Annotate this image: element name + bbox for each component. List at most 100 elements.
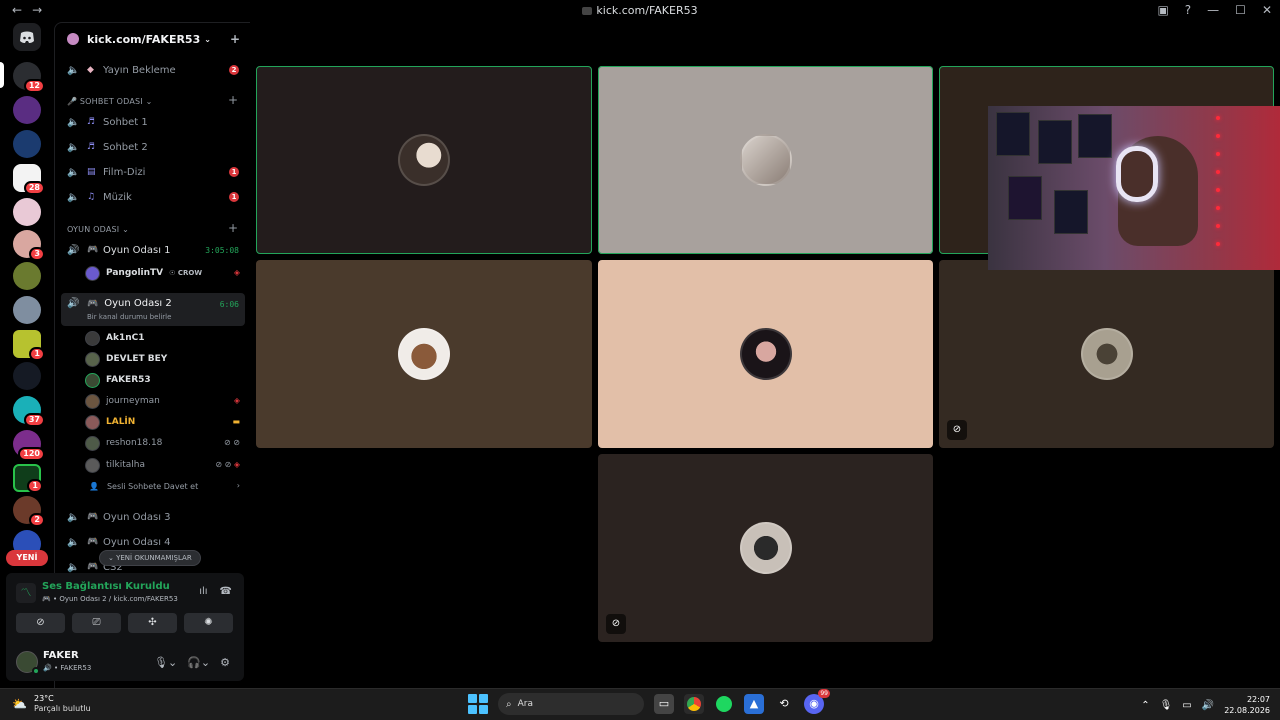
voice-member[interactable]: PangolinTV ☉ CROW xyxy=(85,264,202,282)
add-channel-icon[interactable]: + xyxy=(228,221,238,235)
led-light xyxy=(1216,152,1220,156)
participant-tile[interactable]: ⊘ xyxy=(598,454,933,642)
music-note-icon: ♬ xyxy=(87,142,96,152)
channel-sohbet-1[interactable]: 🔈 ♬ Sohbet 1 xyxy=(61,111,245,133)
close-button[interactable]: ✕ xyxy=(1262,3,1272,17)
channel-count-badge: 2 xyxy=(229,65,239,75)
voice-member[interactable]: tilkitalha xyxy=(85,456,145,474)
screen-share-button[interactable]: ⎚ xyxy=(72,613,121,633)
server-badge: 1 xyxy=(27,479,43,493)
disconnect-icon[interactable]: ☎ xyxy=(220,586,232,597)
server-icon[interactable] xyxy=(13,296,41,324)
add-user-icon[interactable]: + xyxy=(230,32,240,46)
server-icon-k[interactable]: 28 xyxy=(13,164,45,195)
participant-tile[interactable]: ⊘ xyxy=(939,260,1274,448)
category-sohbet[interactable]: 🎤 SOHBET ODASI ⌄ xyxy=(67,97,153,106)
windows-start-icon[interactable] xyxy=(468,694,488,714)
speaker-icon: 🔈 xyxy=(67,116,80,128)
voice-member[interactable]: reshon18.18 xyxy=(85,434,162,452)
server-icon[interactable] xyxy=(13,198,41,226)
chrome-icon[interactable] xyxy=(684,694,704,714)
noise-suppression-icon[interactable]: ılı xyxy=(199,586,207,597)
discord-home-icon[interactable] xyxy=(13,23,41,51)
gear-icon[interactable]: ⚙ xyxy=(220,656,230,669)
member-name: journeyman xyxy=(106,396,160,406)
voice-member[interactable]: FAKER53 xyxy=(85,371,151,389)
server-icon[interactable]: 37 xyxy=(13,396,45,427)
participant-tile[interactable] xyxy=(598,260,933,448)
gamepad-icon: 🎮 xyxy=(87,245,99,255)
user-status: 🔊 • FAKER53 xyxy=(43,664,92,672)
channel-sohbet-2[interactable]: 🔈 ♬ Sohbet 2 xyxy=(61,136,245,158)
avatar xyxy=(398,134,450,186)
led-light xyxy=(1216,242,1220,246)
weather-desc: Parçalı bulutlu xyxy=(34,704,91,713)
server-icon[interactable]: 2 xyxy=(13,496,45,527)
clock[interactable]: 22:07 22.08.2026 xyxy=(1224,694,1270,716)
server-icon[interactable]: 120 xyxy=(13,430,45,461)
new-unreads-pill[interactable]: ⌄ YENİ OKUNMAMIŞLAR xyxy=(99,550,201,566)
muted-icon: ⊘ ⊘ ◈ xyxy=(215,460,240,469)
server-icon[interactable]: 1 xyxy=(13,464,43,493)
task-view-icon[interactable]: ▭ xyxy=(654,694,674,714)
channel-status-text[interactable]: Bir kanal durumu belirle xyxy=(87,313,171,321)
new-servers-pill[interactable]: YENİ xyxy=(6,550,48,566)
microphone-icon[interactable]: 🎙 xyxy=(1160,700,1173,711)
participant-tile[interactable] xyxy=(256,260,592,448)
server-icon[interactable] xyxy=(13,362,41,390)
server-icon[interactable]: 1 xyxy=(13,330,45,361)
signal-icon[interactable]: 〽 xyxy=(16,583,36,603)
display-icon[interactable]: ▭ xyxy=(1182,700,1191,711)
voice-member[interactable]: DEVLET BEY xyxy=(85,350,167,368)
server-icon-kick[interactable]: 12 xyxy=(13,62,45,93)
avatar xyxy=(85,435,100,451)
weather-widget[interactable]: ⛅ 23°C Parçalı bulutlu xyxy=(12,694,91,714)
guild-header[interactable]: kick.com/FAKER53 ⌄ + xyxy=(55,23,250,55)
participant-tile[interactable] xyxy=(256,66,592,254)
channel-film-dizi[interactable]: 🔈 ▤ Film-Dizi 1 xyxy=(61,161,245,183)
voice-member[interactable]: journeyman xyxy=(85,392,160,410)
soundboard-button[interactable]: ✺ xyxy=(184,613,233,633)
invite-to-voice[interactable]: 👤 Sesli Sohbete Davet et xyxy=(85,477,198,495)
voice-member[interactable]: Ak1nC1 xyxy=(85,329,145,347)
channel-label: Oyun Odası 4 xyxy=(103,536,171,548)
search-label: Ara xyxy=(517,699,533,709)
category-oyun[interactable]: OYUN ODASI ⌄ xyxy=(67,225,129,234)
server-icon[interactable] xyxy=(13,262,41,290)
stream-preview[interactable] xyxy=(988,106,1280,270)
headphones-icon[interactable]: 🎧⌄ xyxy=(187,656,210,669)
channel-label: Film-Dizi xyxy=(103,166,146,178)
inbox-icon[interactable]: ▣ xyxy=(1157,3,1168,17)
voice-member[interactable]: LALİN xyxy=(85,413,135,431)
photos-icon[interactable]: ▲ xyxy=(744,694,764,714)
activity-button[interactable]: ✣ xyxy=(128,613,177,633)
maximize-button[interactable]: ☐ xyxy=(1235,3,1246,17)
volume-icon[interactable]: 🔊 xyxy=(1202,700,1214,711)
voice-location[interactable]: 🎮 • Oyun Odası 2 / kick.com/FAKER53 xyxy=(42,595,178,603)
participant-tile[interactable] xyxy=(598,66,933,254)
channel-oyun-odasi-3[interactable]: 🔈 🎮 Oyun Odası 3 xyxy=(61,506,245,528)
channel-oyun-odasi-1[interactable]: 🔊 🎮 Oyun Odası 1 3:05:08 xyxy=(61,239,245,261)
chevron-up-icon[interactable]: ⌃ xyxy=(1141,700,1149,711)
channel-count-badge: 1 xyxy=(229,192,239,202)
channel-oyun-odasi-2[interactable]: 🔊 🎮 Oyun Odası 2 6:06 Bir kanal durumu b… xyxy=(61,293,245,326)
server-badge: 3 xyxy=(29,247,45,261)
add-channel-icon[interactable]: + xyxy=(228,93,238,107)
camera-button[interactable]: ⊘ xyxy=(16,613,65,633)
server-icon[interactable] xyxy=(13,96,41,124)
server-icon[interactable]: 3 xyxy=(13,230,45,261)
channel-yayin-bekleme[interactable]: 🔈 ◆ Yayın Bekleme 2 xyxy=(61,59,245,81)
microphone-icon[interactable]: 🎙⌄ xyxy=(154,656,177,669)
avatar xyxy=(739,328,792,380)
user-sub-text: FAKER53 xyxy=(60,664,92,672)
help-icon[interactable]: ? xyxy=(1185,3,1191,17)
spotify-icon[interactable] xyxy=(714,694,734,714)
guild-icon xyxy=(67,33,79,45)
system-tray: ⌃ 🎙 ▭ 🔊 22:07 22.08.2026 xyxy=(1141,694,1270,716)
discord-taskbar-icon[interactable]: ◉ 99 xyxy=(804,689,830,714)
server-icon[interactable] xyxy=(13,130,41,158)
channel-muzik[interactable]: 🔈 ♫ Müzik 1 xyxy=(61,186,245,208)
search-box[interactable]: ⌕ Ara xyxy=(498,693,644,715)
minimize-button[interactable]: — xyxy=(1207,3,1219,17)
app-icon[interactable]: ⟲ xyxy=(774,694,794,714)
